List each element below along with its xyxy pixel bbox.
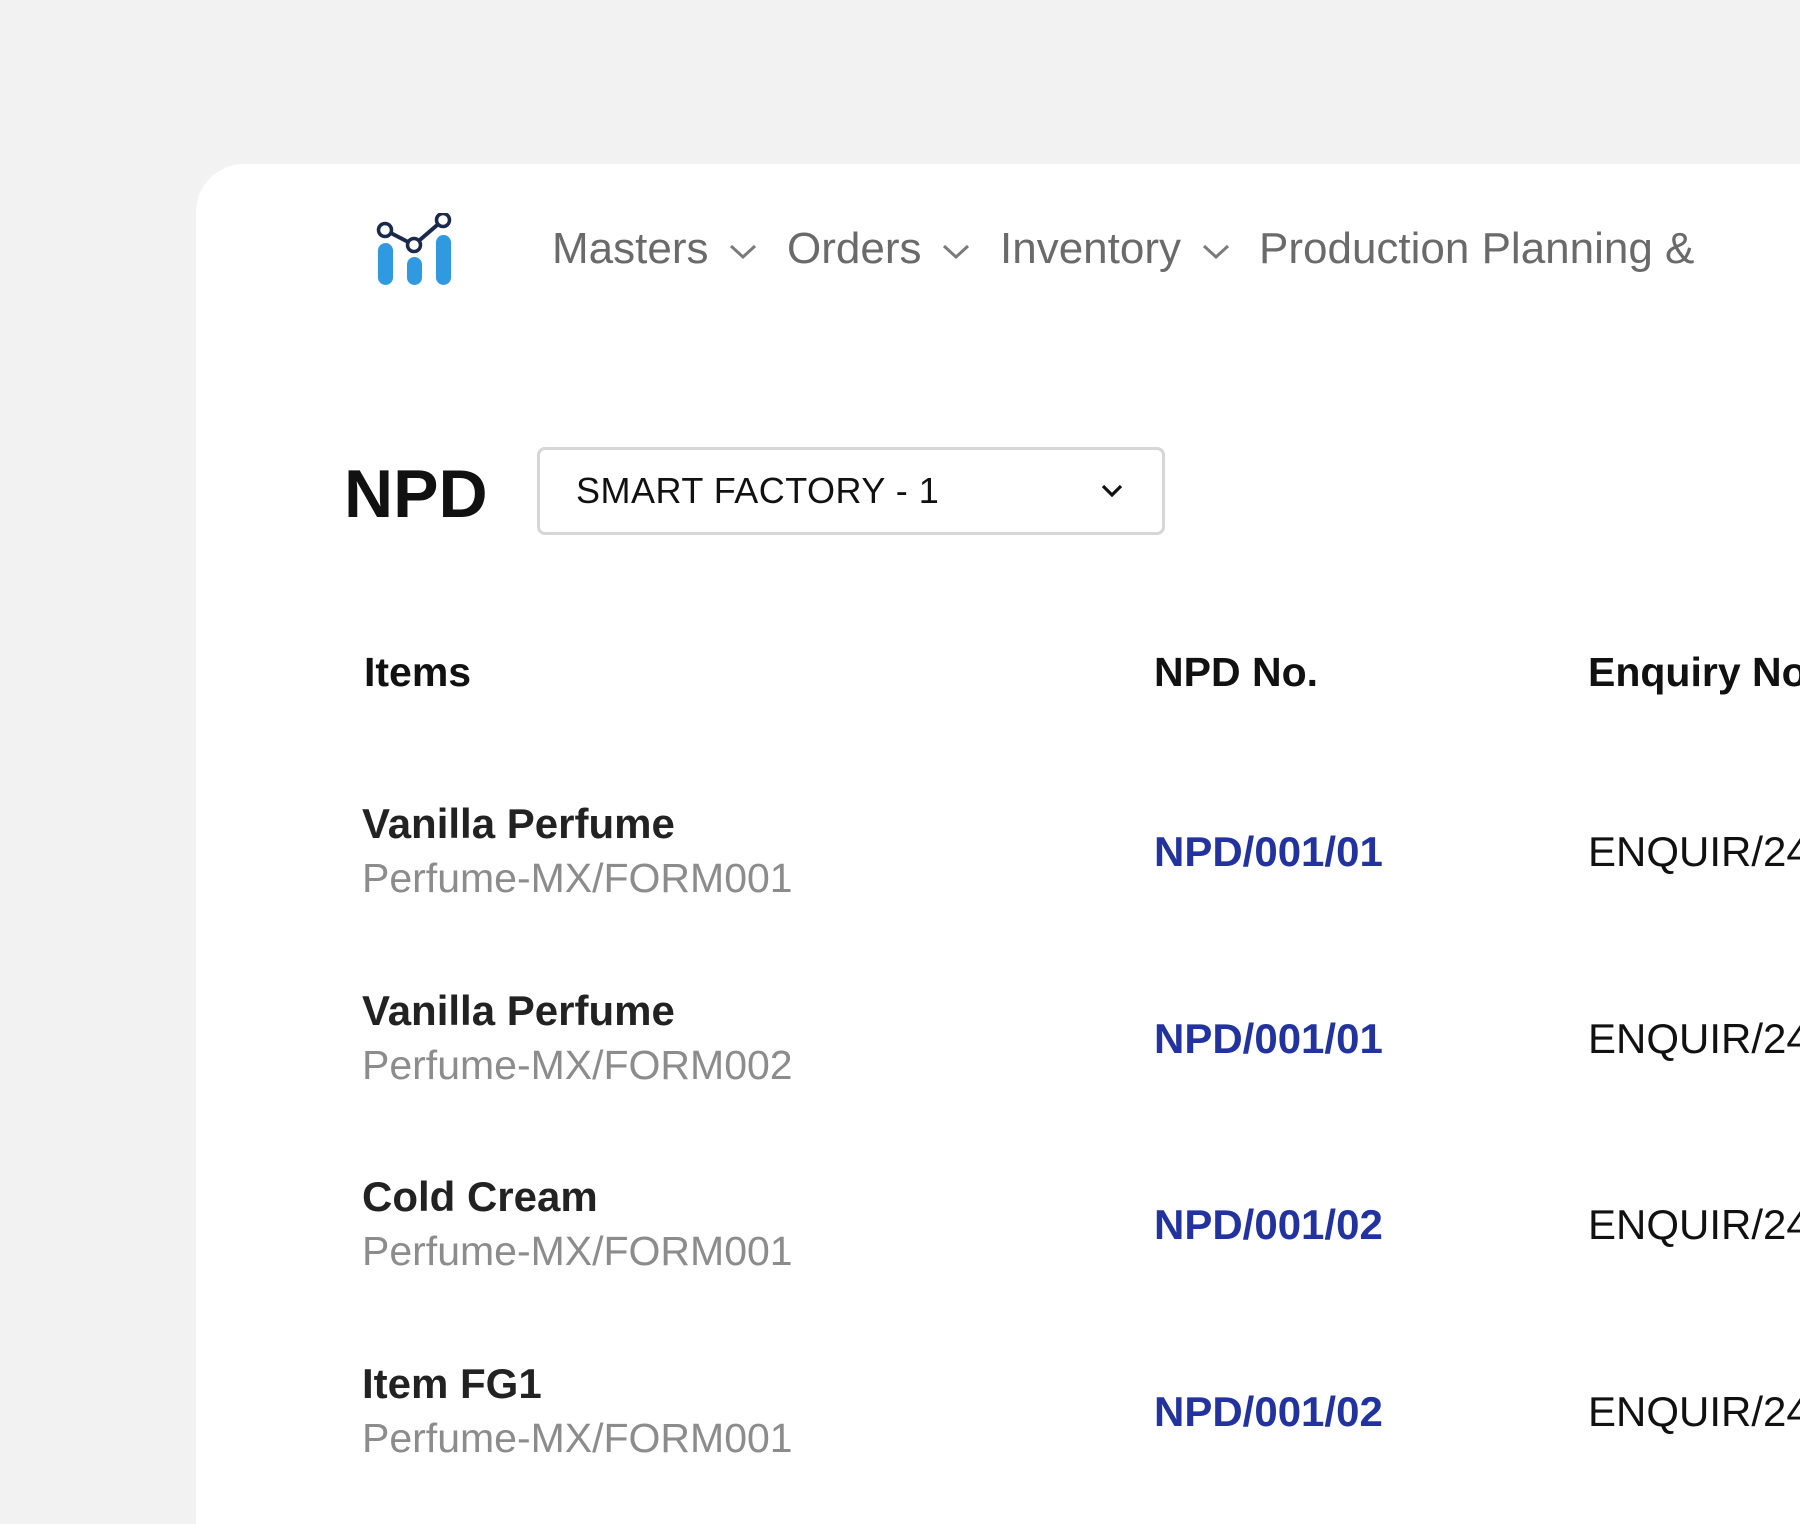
app-logo-icon[interactable] [374, 213, 454, 288]
enquiry-number: ENQUIR/24 [1588, 1388, 1800, 1435]
column-header-enquiry-no[interactable]: Enquiry No [1588, 649, 1800, 696]
factory-select-value: SMART FACTORY - 1 [576, 470, 940, 511]
item-name: Item FG1 [362, 1360, 542, 1407]
item-name: Vanilla Perfume [362, 987, 675, 1034]
nav-orders[interactable]: Orders [787, 224, 971, 274]
chevron-down-icon [1101, 484, 1123, 498]
nav-inventory[interactable]: Inventory [1000, 224, 1231, 274]
column-header-items[interactable]: Items [364, 649, 471, 696]
nav-masters[interactable]: Masters [552, 224, 758, 274]
nav-inventory-label: Inventory [1000, 224, 1181, 273]
table-row[interactable]: Vanilla Perfume Perfume-MX/FORM001 NPD/0… [196, 800, 1800, 950]
item-name: Vanilla Perfume [362, 800, 675, 847]
column-header-npd-no[interactable]: NPD No. [1154, 649, 1318, 696]
nav-production-planning[interactable]: Production Planning & [1259, 224, 1694, 274]
enquiry-number: ENQUIR/24 [1588, 1201, 1800, 1248]
enquiry-number: ENQUIR/24 [1588, 1015, 1800, 1062]
enquiry-number: ENQUIR/24 [1588, 828, 1800, 875]
table-row[interactable]: Item FG1 Perfume-MX/FORM001 NPD/001/02 E… [196, 1360, 1800, 1510]
table-row[interactable]: Cold Cream Perfume-MX/FORM001 NPD/001/02… [196, 1173, 1800, 1323]
npd-number-link[interactable]: NPD/001/01 [1154, 828, 1383, 876]
item-code: Perfume-MX/FORM002 [362, 1042, 793, 1088]
main-card: Masters Orders Inventory Production Plan… [196, 164, 1800, 1524]
item-code: Perfume-MX/FORM001 [362, 1415, 793, 1461]
item-code: Perfume-MX/FORM001 [362, 855, 793, 901]
item-name: Cold Cream [362, 1173, 598, 1220]
npd-number-link[interactable]: NPD/001/02 [1154, 1201, 1383, 1249]
nav-production-planning-label: Production Planning & [1259, 224, 1695, 273]
page-title: NPD [344, 456, 488, 532]
chevron-down-icon [1202, 244, 1229, 260]
factory-select[interactable]: SMART FACTORY - 1 [537, 447, 1165, 535]
nav-masters-label: Masters [552, 224, 709, 273]
nav-orders-label: Orders [787, 224, 922, 273]
chevron-down-icon [943, 244, 970, 260]
npd-number-link[interactable]: NPD/001/02 [1154, 1388, 1383, 1436]
npd-number-link[interactable]: NPD/001/01 [1154, 1015, 1383, 1063]
item-code: Perfume-MX/FORM001 [362, 1228, 793, 1274]
table-row[interactable]: Vanilla Perfume Perfume-MX/FORM002 NPD/0… [196, 987, 1800, 1137]
chevron-down-icon [730, 244, 757, 260]
